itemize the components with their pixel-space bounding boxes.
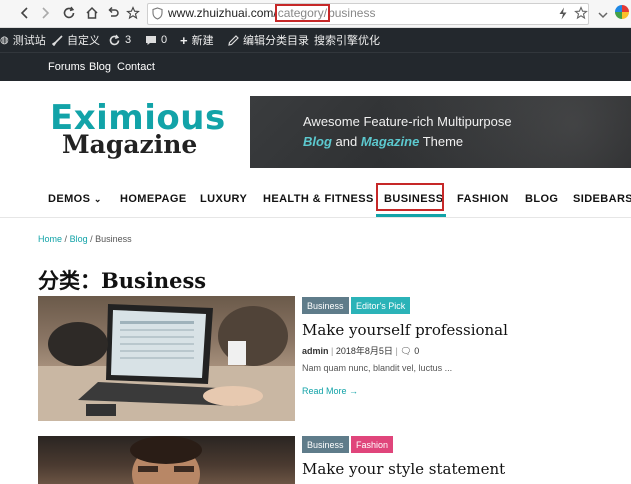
category-badge[interactable]: Business — [302, 436, 349, 453]
comment-icon — [146, 35, 156, 45]
reload-icon[interactable] — [60, 3, 78, 23]
post-meta: admin | 2018年8月5日 | 🗨 0 — [302, 346, 420, 356]
menu-sidebars[interactable]: SIDEBARS — [573, 193, 631, 205]
post-excerpt: Nam quam nunc, blandit vel, luctus ... — [302, 363, 453, 373]
favorite-star-icon[interactable] — [574, 6, 588, 25]
bookmark-star-icon[interactable] — [124, 3, 142, 23]
forward-icon[interactable] — [36, 3, 54, 23]
menu-health-fitness[interactable]: HEALTH & FITNESS — [263, 193, 374, 205]
dropdown-chevron-icon[interactable] — [597, 7, 609, 25]
category-badge[interactable]: Fashion — [351, 436, 394, 453]
post-title[interactable]: Make your style statement — [302, 460, 505, 478]
address-bar[interactable]: www.zhuizhuai.com/category/business — [147, 3, 589, 25]
breadcrumb-blog[interactable]: Blog — [70, 234, 88, 244]
wp-admin-bar: ◍ 测试站 自定义 3 0 + 新建 编辑分类目录 搜索引擎优化 — [0, 28, 631, 52]
menu-homepage[interactable]: HOMEPAGE — [120, 193, 187, 205]
banner-line1: Awesome Feature-rich Multipurpose — [303, 114, 512, 129]
url-text: www.zhuizhuai.com/category/business — [168, 4, 376, 22]
post-thumbnail[interactable] — [38, 296, 295, 421]
page-title: 分类：Business — [38, 268, 207, 293]
back-icon[interactable] — [16, 3, 34, 23]
admin-seo-link[interactable]: 搜索引擎优化 — [314, 32, 380, 48]
plus-icon: + — [180, 32, 188, 48]
security-shield-icon — [152, 7, 163, 25]
pencil-icon — [228, 34, 239, 46]
dashboard-icon: ◍ — [0, 34, 9, 46]
topnav-forums[interactable]: Forums — [48, 61, 85, 73]
admin-customize-link[interactable]: 自定义 — [52, 32, 100, 48]
menu-blog[interactable]: BLOG — [525, 193, 558, 205]
topnav-blog[interactable]: Blog — [89, 61, 111, 73]
admin-updates-link[interactable]: 3 — [108, 32, 131, 48]
brush-icon — [52, 34, 63, 46]
admin-comments-link[interactable]: 0 — [145, 32, 167, 48]
breadcrumb: Home / Blog / Business — [38, 234, 132, 244]
browser-extension-icon[interactable] — [615, 5, 629, 19]
topnav-contact[interactable]: Contact — [117, 61, 155, 73]
url-category-highlight: category/ — [274, 4, 331, 22]
main-menu: DEMOS ⌄ HOMEPAGE LUXURY HEALTH & FITNESS… — [0, 182, 631, 218]
active-menu-underline — [376, 214, 446, 217]
banner-background — [250, 96, 631, 168]
post-author[interactable]: admin — [302, 346, 329, 356]
header-banner[interactable]: Awesome Feature-rich Multipurpose Blog a… — [250, 96, 631, 168]
category-badge[interactable]: Business — [302, 297, 349, 314]
home-icon[interactable] — [83, 3, 101, 23]
post-thumbnail[interactable] — [38, 436, 295, 484]
top-navigation: Forums Blog Contact — [0, 52, 631, 81]
post-date: 2018年8月5日 — [335, 346, 393, 356]
browser-toolbar: www.zhuizhuai.com/category/business — [0, 0, 631, 28]
admin-edit-category-link[interactable]: 编辑分类目录 — [228, 32, 309, 48]
site-logo-line2[interactable]: Magazine — [62, 130, 197, 159]
menu-fashion[interactable]: FASHION — [457, 193, 509, 205]
undo-icon[interactable] — [104, 3, 122, 23]
business-highlight-box — [376, 183, 444, 211]
updates-icon — [109, 34, 120, 45]
category-badge[interactable]: Editor's Pick — [351, 297, 411, 314]
admin-new-link[interactable]: + 新建 — [180, 32, 214, 48]
comment-icon: 🗨 — [400, 346, 412, 356]
lightning-icon[interactable] — [558, 7, 568, 25]
laptop-photo-illustration — [38, 304, 295, 421]
chevron-down-icon: ⌄ — [93, 194, 102, 204]
breadcrumb-current: Business — [95, 234, 132, 244]
post-title[interactable]: Make yourself professional — [302, 321, 508, 339]
menu-luxury[interactable]: LUXURY — [200, 193, 247, 205]
read-more-link[interactable]: Read More → — [302, 386, 358, 396]
banner-line2: Blog and Magazine Theme — [303, 134, 464, 149]
breadcrumb-home[interactable]: Home — [38, 234, 62, 244]
man-photo-illustration — [130, 436, 202, 484]
menu-demos[interactable]: DEMOS ⌄ — [48, 193, 102, 205]
admin-site-link[interactable]: ◍ 测试站 — [0, 32, 46, 48]
post-comment-count[interactable]: 0 — [414, 346, 419, 356]
